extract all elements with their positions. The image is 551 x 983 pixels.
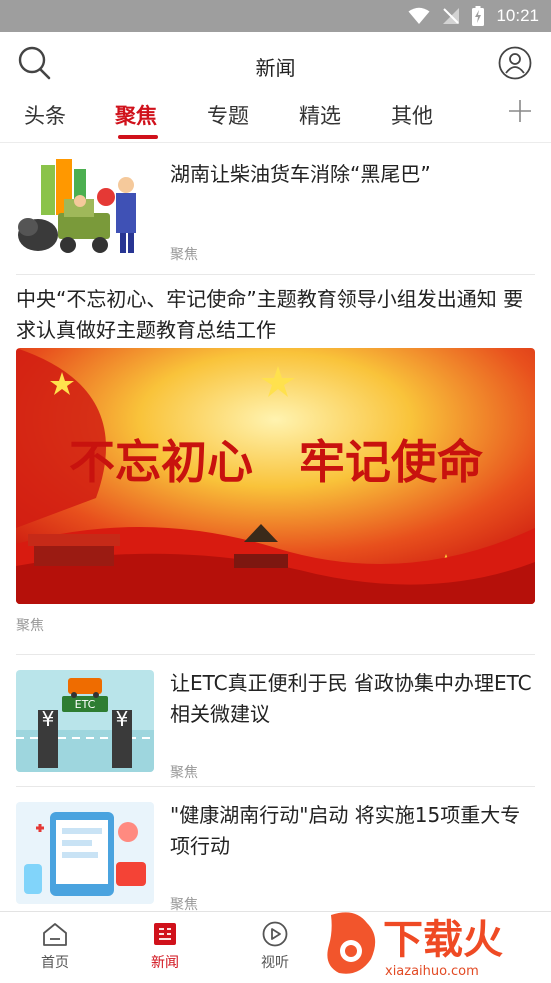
no-signal-icon <box>443 8 460 24</box>
news-title: 湖南让柴油货车消除“黑尾巴” <box>170 162 431 186</box>
category-tabs: 头条 聚焦 专题 精选 其他 <box>0 94 551 143</box>
news-icon <box>154 923 176 945</box>
news-tag: 聚焦 <box>170 247 198 263</box>
svg-text:¥: ¥ <box>116 707 129 731</box>
news-tag: 聚焦 <box>170 897 198 911</box>
news-title: "健康湖南行动"启动 将实施15项重大专项行动 <box>170 803 521 858</box>
bottom-nav-home[interactable]: 首页 <box>25 920 85 972</box>
home-icon <box>43 923 67 946</box>
watermark-logo: 下载火 xiazaihuo.com <box>325 907 551 979</box>
tab-focus[interactable]: 聚焦 <box>115 100 157 130</box>
divider <box>16 654 535 655</box>
news-thumbnail-health <box>16 802 154 904</box>
bottom-nav-video[interactable]: 视听 <box>245 920 305 972</box>
tab-headlines[interactable]: 头条 <box>24 100 66 130</box>
svg-text:¥: ¥ <box>42 707 55 731</box>
news-item-1[interactable]: 湖南让柴油货车消除“黑尾巴” 聚焦 <box>16 151 535 269</box>
news-item-3[interactable]: ¥ ¥ ETC 让ETC真正便利于民 省政协集中办理ETC相关微建议 聚焦 <box>16 663 535 787</box>
wifi-icon <box>408 7 430 24</box>
status-time: 10:21 <box>496 6 539 25</box>
news-tag: 聚焦 <box>16 618 44 634</box>
tab-other[interactable]: 其他 <box>391 100 433 130</box>
tab-topics[interactable]: 专题 <box>207 100 249 130</box>
news-tag: 聚焦 <box>170 765 198 781</box>
play-icon <box>262 921 288 947</box>
banner-slogan-text: 不忘初心 牢记使命 <box>69 435 483 489</box>
bottom-nav-label: 新闻 <box>151 955 179 971</box>
watermark-brand: 下载火 <box>383 917 503 963</box>
news-title: 中央“不忘初心、牢记使命”主题教育领导小组发出通知 要求认真做好主题教育总结工作 <box>16 287 524 342</box>
tab-selected[interactable]: 精选 <box>299 100 341 130</box>
news-item-2[interactable]: 中央“不忘初心、牢记使命”主题教育领导小组发出通知 要求认真做好主题教育总结工作 <box>16 281 535 651</box>
active-tab-indicator <box>118 135 158 139</box>
user-avatar-icon[interactable] <box>498 46 532 80</box>
news-thumbnail-etc: ¥ ¥ ETC <box>16 670 154 772</box>
news-thumbnail-truck <box>16 157 154 259</box>
divider <box>16 786 535 787</box>
bottom-nav-label: 首页 <box>41 955 69 971</box>
battery-charging-icon <box>472 6 485 26</box>
news-item-4[interactable]: "健康湖南行动"启动 将实施15项重大专项行动 聚焦 <box>16 795 535 911</box>
news-title: 让ETC真正便利于民 省政协集中办理ETC相关微建议 <box>170 671 532 726</box>
bottom-nav-news[interactable]: 新闻 <box>135 920 195 972</box>
add-tab-icon[interactable] <box>507 98 533 124</box>
page-title: 新闻 <box>255 56 296 80</box>
etc-sign-text: ETC <box>75 698 96 711</box>
news-feed[interactable]: 湖南让柴油货车消除“黑尾巴” 聚焦 中央“不忘初心、牢记使命”主题教育领导小组发… <box>0 143 551 911</box>
news-banner-image: 不忘初心 牢记使命 <box>16 348 535 604</box>
divider <box>16 274 535 275</box>
app-header: 新闻 <box>0 32 551 94</box>
watermark-url: xiazaihuo.com <box>385 964 479 979</box>
status-bar: 10:21 <box>0 0 551 32</box>
bottom-nav-label: 视听 <box>261 955 289 971</box>
